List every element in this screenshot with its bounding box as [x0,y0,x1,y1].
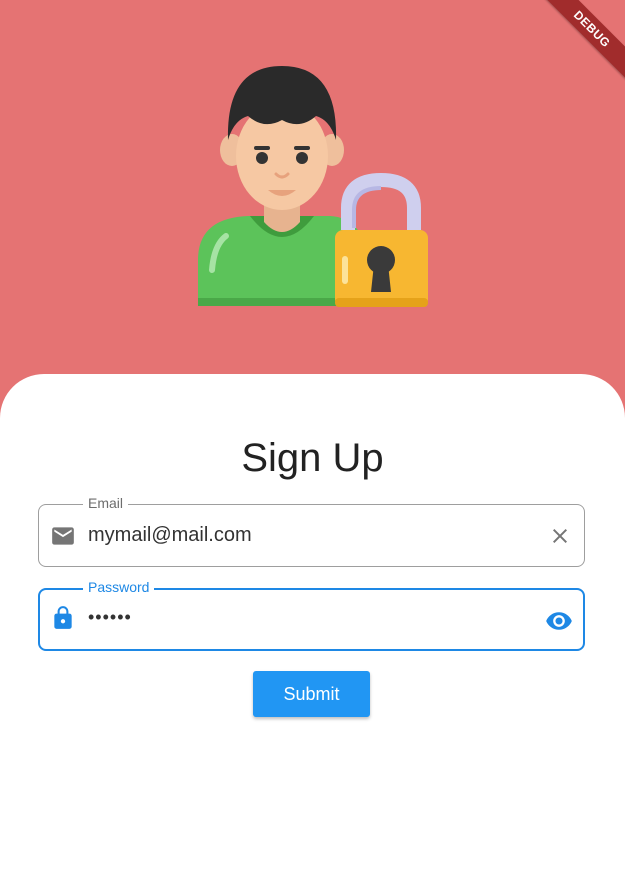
password-field[interactable]: Password •••••• [38,579,585,651]
visibility-icon[interactable] [545,607,573,635]
email-input[interactable]: mymail@mail.com [88,524,252,547]
lock-icon [54,606,72,629]
debug-banner: DEBUG [535,0,625,90]
page-title: Sign Up [241,436,384,480]
submit-button[interactable]: Submit [253,671,370,717]
password-field-label: Password [83,579,155,595]
debug-banner-label: DEBUG [538,0,625,83]
clear-icon[interactable] [548,524,572,548]
email-field[interactable]: Email mymail@mail.com [38,495,585,567]
email-field-label: Email [83,495,129,511]
email-icon [52,527,74,545]
header-background [0,0,625,400]
user-lock-illustration [198,66,428,307]
password-input[interactable]: •••••• [88,607,132,628]
